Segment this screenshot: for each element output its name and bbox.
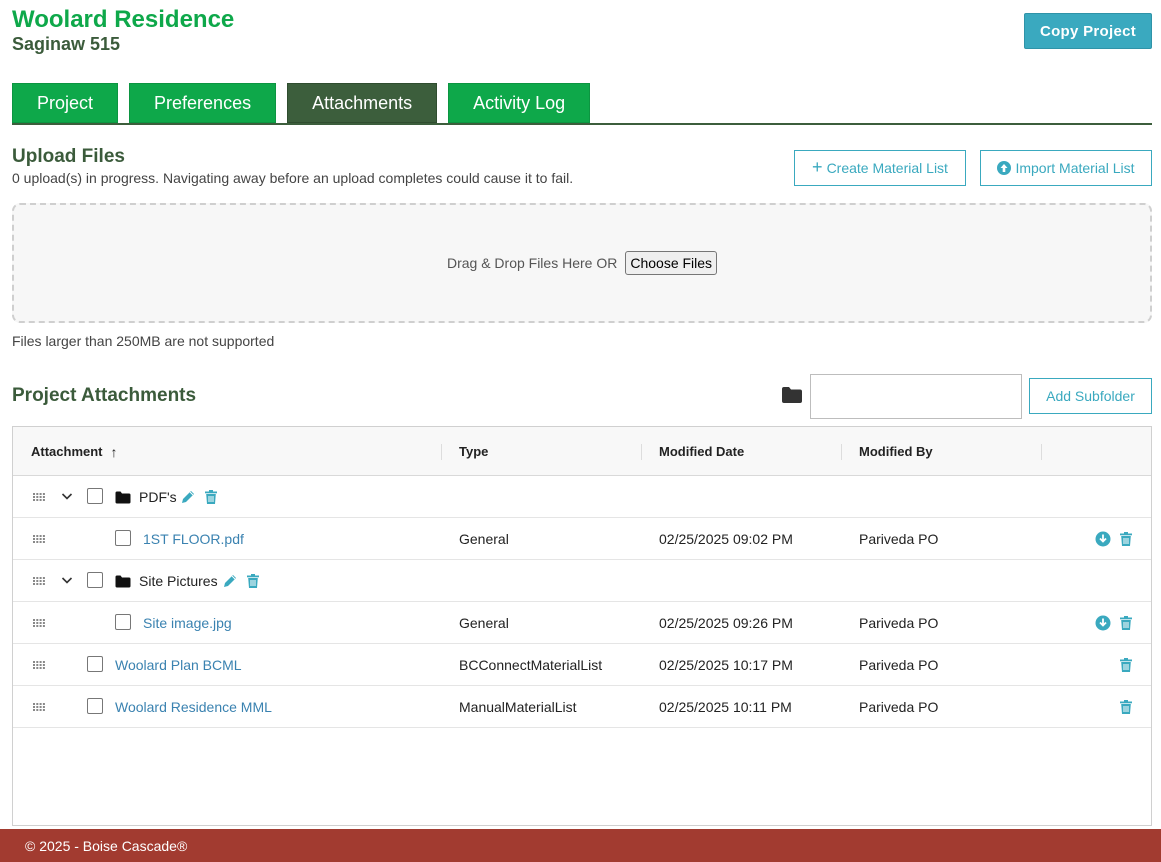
drag-handle-icon[interactable] xyxy=(33,577,45,585)
column-header-modified-date[interactable]: Modified Date xyxy=(659,427,744,476)
column-header-modified-by[interactable]: Modified By xyxy=(859,427,933,476)
table-row-folder: PDF's xyxy=(13,476,1151,518)
tab-bar: Project Preferences Attachments Activity… xyxy=(12,83,591,123)
table-row-material-list: Woolard Residence MML ManualMaterialList… xyxy=(13,686,1151,728)
table-row-file: 1ST FLOOR.pdf General 02/25/2025 09:02 P… xyxy=(13,518,1151,560)
attachment-link[interactable]: Site image.jpg xyxy=(143,602,232,644)
project-title: Woolard Residence xyxy=(12,6,235,33)
pencil-icon[interactable] xyxy=(222,573,238,589)
row-checkbox[interactable] xyxy=(87,488,103,504)
column-header-attachment-label: Attachment xyxy=(31,444,103,459)
project-subtitle: Saginaw 515 xyxy=(12,34,121,54)
folder-name: Site Pictures xyxy=(139,573,218,589)
attachment-modified-date: 02/25/2025 09:26 PM xyxy=(659,615,793,631)
column-header-type[interactable]: Type xyxy=(459,427,488,476)
column-separator xyxy=(641,444,642,460)
chevron-down-icon[interactable] xyxy=(61,490,73,502)
attachment-type: ManualMaterialList xyxy=(459,699,577,715)
download-icon[interactable] xyxy=(1095,531,1111,547)
create-material-list-button[interactable]: + Create Material List xyxy=(794,150,966,186)
attachment-type: BCConnectMaterialList xyxy=(459,657,603,673)
grid-header: Attachment ↑ Type Modified Date Modified… xyxy=(13,427,1151,476)
page-footer: © 2025 - Boise Cascade® xyxy=(0,829,1161,862)
drag-handle-icon[interactable] xyxy=(33,703,45,711)
attachment-modified-by: Pariveda PO xyxy=(859,699,939,715)
attachment-modified-by: Pariveda PO xyxy=(859,531,939,547)
row-checkbox[interactable] xyxy=(87,656,103,672)
attachment-modified-by: Pariveda PO xyxy=(859,615,939,631)
drag-handle-icon[interactable] xyxy=(33,661,45,669)
upload-circle-icon xyxy=(997,161,1012,175)
tab-attachments[interactable]: Attachments xyxy=(287,83,438,123)
footer-copyright: © 2025 - Boise Cascade® xyxy=(25,837,188,854)
row-checkbox[interactable] xyxy=(115,614,131,630)
trash-icon[interactable] xyxy=(1118,615,1134,631)
column-separator xyxy=(441,444,442,460)
file-size-note: Files larger than 250MB are not supporte… xyxy=(12,333,275,349)
drag-handle-icon[interactable] xyxy=(33,619,45,627)
attachment-link[interactable]: Woolard Residence MML xyxy=(115,686,272,728)
column-separator xyxy=(1041,444,1042,460)
attachment-type: General xyxy=(459,615,509,631)
column-header-attachment[interactable]: Attachment ↑ xyxy=(31,427,118,476)
import-material-list-label: Import Material List xyxy=(1015,160,1135,176)
folder-icon xyxy=(782,387,802,403)
folder-icon xyxy=(115,575,131,588)
plus-icon: + xyxy=(812,157,823,177)
dropzone-text: Drag & Drop Files Here OR xyxy=(446,255,618,271)
tab-underline xyxy=(12,123,1152,125)
file-dropzone[interactable]: Drag & Drop Files Here OR Choose Files xyxy=(12,203,1152,323)
attachments-grid: Attachment ↑ Type Modified Date Modified… xyxy=(12,426,1152,826)
tab-activity-log[interactable]: Activity Log xyxy=(448,83,591,123)
attachment-type: General xyxy=(459,531,509,547)
trash-icon[interactable] xyxy=(1118,657,1134,673)
table-row-folder: Site Pictures xyxy=(13,560,1151,602)
trash-icon[interactable] xyxy=(203,489,219,505)
trash-icon[interactable] xyxy=(1118,531,1134,547)
attachment-link[interactable]: 1ST FLOOR.pdf xyxy=(143,518,244,560)
project-attachments-heading: Project Attachments xyxy=(12,385,197,406)
sort-ascending-icon: ↑ xyxy=(110,443,118,460)
folder-icon xyxy=(115,491,131,504)
trash-icon[interactable] xyxy=(1118,699,1134,715)
upload-status-text: 0 upload(s) in progress. Navigating away… xyxy=(12,170,574,186)
pencil-icon[interactable] xyxy=(180,489,196,505)
import-material-list-button[interactable]: Import Material List xyxy=(980,150,1152,186)
drag-handle-icon[interactable] xyxy=(33,535,45,543)
create-material-list-label: Create Material List xyxy=(826,160,948,176)
row-checkbox[interactable] xyxy=(87,572,103,588)
upload-files-heading: Upload Files xyxy=(12,146,125,167)
subfolder-name-input[interactable] xyxy=(810,374,1022,419)
attachment-modified-date: 02/25/2025 10:17 PM xyxy=(659,657,793,673)
download-icon[interactable] xyxy=(1095,615,1111,631)
attachment-link[interactable]: Woolard Plan BCML xyxy=(115,644,242,686)
add-subfolder-button[interactable]: Add Subfolder xyxy=(1029,378,1152,414)
folder-name: PDF's xyxy=(139,489,177,505)
row-checkbox[interactable] xyxy=(115,530,131,546)
choose-files-button[interactable]: Choose Files xyxy=(625,251,718,275)
trash-icon[interactable] xyxy=(245,573,261,589)
drag-handle-icon[interactable] xyxy=(33,493,45,501)
attachment-modified-date: 02/25/2025 10:11 PM xyxy=(659,699,792,715)
chevron-down-icon[interactable] xyxy=(61,574,73,586)
copy-project-button[interactable]: Copy Project xyxy=(1024,13,1152,49)
table-row-file: Site image.jpg General 02/25/2025 09:26 … xyxy=(13,602,1151,644)
table-row-material-list: Woolard Plan BCML BCConnectMaterialList … xyxy=(13,644,1151,686)
row-checkbox[interactable] xyxy=(87,698,103,714)
attachment-modified-by: Pariveda PO xyxy=(859,657,939,673)
attachment-modified-date: 02/25/2025 09:02 PM xyxy=(659,531,793,547)
tab-project[interactable]: Project xyxy=(12,83,119,123)
tab-preferences[interactable]: Preferences xyxy=(129,83,277,123)
column-separator xyxy=(841,444,842,460)
